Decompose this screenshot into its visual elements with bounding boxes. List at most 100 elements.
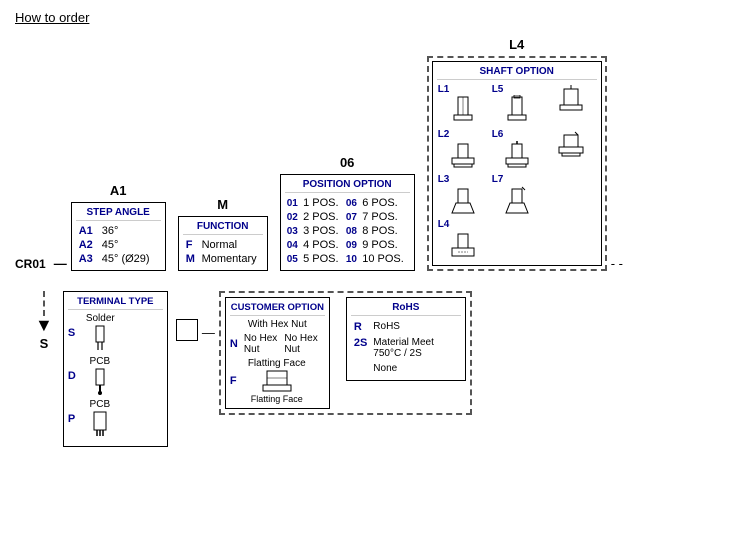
customer-header: CUSTOMER OPTION bbox=[230, 302, 325, 316]
flatting-face-icon bbox=[257, 369, 297, 394]
rohs-code-2s: 2S bbox=[351, 335, 370, 361]
arrow-column: ▼ S bbox=[35, 291, 53, 351]
l4-block: L4 SHAFT OPTION L1 bbox=[427, 37, 607, 271]
customer-row-hexnut: With Hex Nut bbox=[230, 319, 325, 330]
shaft-icon-l1 bbox=[444, 95, 482, 125]
cell-value: 45° bbox=[99, 238, 161, 252]
pcb-d-icon bbox=[86, 367, 114, 395]
rohs-code-r: R bbox=[351, 319, 370, 335]
customer-block: CUSTOMER OPTION With Hex Nut N No Hex Nu… bbox=[225, 297, 338, 409]
position-box: POSITION OPTION 01 1 POS. 06 6 POS. 02 2… bbox=[280, 174, 415, 271]
shaft-cell-empty4 bbox=[491, 218, 543, 261]
cell-code: 04 bbox=[285, 238, 301, 252]
s-label: S bbox=[40, 336, 49, 351]
cell-value: 36° bbox=[99, 224, 161, 238]
page-title: How to order bbox=[15, 10, 714, 25]
terminal-type-header: TERMINAL TYPE bbox=[68, 296, 163, 310]
shaft-cell-l3: L3 bbox=[437, 173, 489, 216]
terminal-code-p: P bbox=[68, 413, 86, 425]
shaft-label-l7: L7 bbox=[492, 174, 504, 185]
cell-code2: 06 bbox=[344, 196, 360, 210]
pos-code: 06 bbox=[340, 155, 354, 170]
terminal-row-d: D PCB bbox=[68, 356, 163, 395]
customer-option-box: CUSTOMER OPTION With Hex Nut N No Hex Nu… bbox=[225, 297, 330, 409]
customer-name-hexnut: With Hex Nut bbox=[248, 319, 307, 330]
rohs-header: RoHS bbox=[351, 302, 461, 316]
shaft-dashed-outer: SHAFT OPTION L1 bbox=[427, 56, 607, 271]
function-header: FUNCTION bbox=[183, 221, 263, 235]
rohs-table: R RoHS 2S Material Meet 750°C / 2S None bbox=[351, 319, 461, 376]
rohs-value-none: None bbox=[370, 361, 461, 376]
shaft-label-l6: L6 bbox=[492, 129, 504, 140]
table-row: M Momentary bbox=[183, 252, 263, 266]
terminal-name-pcb-p: PCB bbox=[90, 399, 111, 410]
shaft-cell-empty5 bbox=[545, 218, 597, 261]
bottom-dash: — bbox=[202, 325, 215, 340]
cell-code: 02 bbox=[285, 210, 301, 224]
a1-code: A1 bbox=[110, 183, 127, 198]
rohs-value-r: RoHS bbox=[370, 319, 461, 335]
arrow-down-icon: ▼ bbox=[35, 316, 53, 334]
rohs-row-none: None bbox=[351, 361, 461, 376]
main-container: CR01 — A1 STEP ANGLE A1 36° A2 45° A3 bbox=[15, 37, 715, 447]
table-row: A3 45° (Ø29) bbox=[76, 252, 161, 266]
cell-value: 3 POS. bbox=[301, 224, 344, 238]
step-angle-header: STEP ANGLE bbox=[76, 207, 161, 221]
position-header: POSITION OPTION bbox=[285, 179, 410, 193]
trailing-dashes: - - bbox=[611, 256, 623, 271]
cell-value2: 9 POS. bbox=[360, 238, 409, 252]
shaft-cell-l5: L5 bbox=[491, 83, 543, 126]
shaft-icon-l7 bbox=[498, 185, 536, 215]
shaft-cell-empty3 bbox=[545, 173, 597, 216]
shaft-label-l4: L4 bbox=[438, 219, 450, 230]
shaft-icon-l2 bbox=[444, 140, 482, 170]
shaft-option-box: SHAFT OPTION L1 bbox=[432, 61, 602, 266]
square-empty-box bbox=[176, 319, 198, 341]
l4-code: L4 bbox=[509, 37, 524, 52]
terminal-name-pcb-d: PCB bbox=[90, 356, 111, 367]
customer-code-n: N bbox=[230, 338, 244, 350]
shaft-icon-l5 bbox=[498, 95, 536, 125]
customer-flatting-label: Flatting Face bbox=[251, 394, 303, 404]
solder-icon bbox=[86, 324, 114, 352]
cell-value2: 6 POS. bbox=[360, 196, 409, 210]
cell-code: A1 bbox=[76, 224, 99, 238]
rohs-value-2s: Material Meet 750°C / 2S bbox=[370, 335, 461, 361]
cell-code: M bbox=[183, 252, 199, 266]
cell-code: 01 bbox=[285, 196, 301, 210]
shaft-icon-empty1 bbox=[552, 84, 590, 114]
shaft-grid: L1 L5 bbox=[437, 83, 597, 261]
shaft-header: SHAFT OPTION bbox=[437, 66, 597, 80]
cell-code: 03 bbox=[285, 224, 301, 238]
bottom-dashed-section: CUSTOMER OPTION With Hex Nut N No Hex Nu… bbox=[219, 291, 472, 415]
cell-value: 45° (Ø29) bbox=[99, 252, 161, 266]
cell-code2: 07 bbox=[344, 210, 360, 224]
cell-value: 2 POS. bbox=[301, 210, 344, 224]
customer-f-content: Flatting Face Flatting Face bbox=[248, 358, 306, 404]
shaft-cell-l1: L1 bbox=[437, 83, 489, 126]
cell-value2: 8 POS. bbox=[360, 224, 409, 238]
m-code: M bbox=[217, 197, 228, 212]
cell-code2: 10 bbox=[344, 252, 360, 266]
step-angle-box: STEP ANGLE A1 36° A2 45° A3 45° (Ø29) bbox=[71, 202, 166, 271]
cell-code2: 08 bbox=[344, 224, 360, 238]
customer-label-nohexnut: No Hex Nut bbox=[284, 333, 324, 355]
shaft-label-l1: L1 bbox=[438, 84, 450, 95]
pos-block: 06 POSITION OPTION 01 1 POS. 06 6 POS. 0… bbox=[280, 155, 415, 271]
cell-value: 1 POS. bbox=[301, 196, 344, 210]
function-box: FUNCTION F Normal M Momentary bbox=[178, 216, 268, 271]
terminal-code-d: D bbox=[68, 370, 86, 382]
table-row: 01 1 POS. 06 6 POS. bbox=[285, 196, 410, 210]
shaft-cell-empty2 bbox=[545, 128, 597, 171]
cell-code: A2 bbox=[76, 238, 99, 252]
cell-code: F bbox=[183, 238, 199, 252]
terminal-name-solder: Solder bbox=[86, 313, 115, 324]
table-row: 04 4 POS. 09 9 POS. bbox=[285, 238, 410, 252]
shaft-cell-l7: L7 bbox=[491, 173, 543, 216]
square-dash-group: — bbox=[176, 291, 219, 341]
cell-value2: 7 POS. bbox=[360, 210, 409, 224]
bottom-section: ▼ S TERMINAL TYPE S Solder D bbox=[35, 291, 715, 447]
customer-row-n: N No Hex Nut No Hex Nut bbox=[230, 333, 325, 355]
top-label-row: CR01 — A1 STEP ANGLE A1 36° A2 45° A3 bbox=[15, 37, 715, 271]
shaft-icon-empty2 bbox=[552, 129, 590, 159]
